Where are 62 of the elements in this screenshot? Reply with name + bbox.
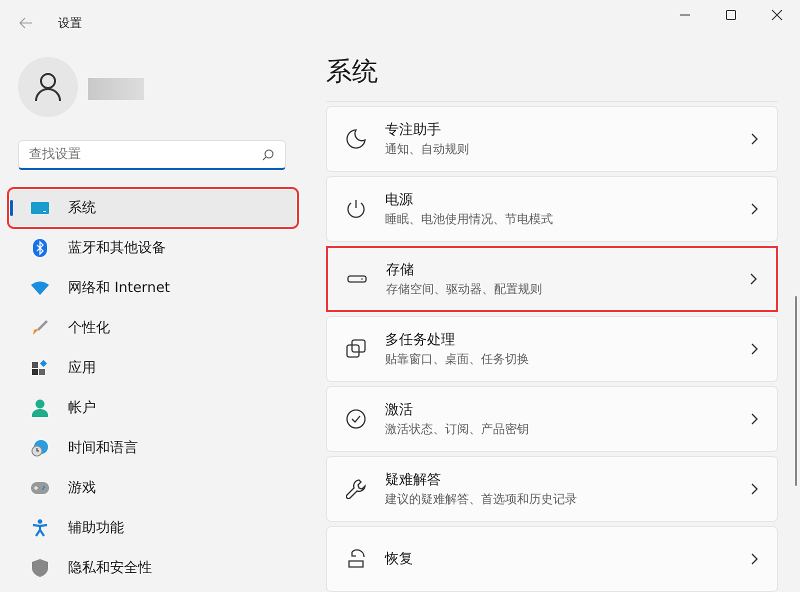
sidebar-item[interactable]: 隐私和安全性 (10, 550, 296, 586)
moon-icon (346, 129, 366, 149)
shield-icon (32, 559, 48, 577)
card-subtitle: 激活状态、订阅、产品密钥 (385, 420, 530, 438)
sidebar-item[interactable]: 蓝牙和其他设备 (10, 230, 296, 266)
accessibility-icon (32, 519, 48, 537)
card-title: 专注助手 (385, 120, 442, 138)
gamepad-icon (31, 482, 49, 494)
sidebar-item[interactable]: 系统 (10, 190, 296, 226)
settings-card[interactable]: 疑难解答 建议的疑难解答、首选项和历史记录 (326, 456, 778, 522)
sidebar-item[interactable]: 辅助功能 (10, 510, 296, 546)
sidebar-item[interactable]: 网络和 Internet (10, 270, 296, 306)
chevron-icon (751, 203, 759, 215)
selection-indicator (10, 200, 13, 216)
monitor-icon (31, 201, 49, 215)
check-circle-icon (346, 409, 366, 429)
search-icon (262, 149, 274, 161)
card-subtitle: 建议的疑难解答、首选项和历史记录 (385, 490, 578, 508)
chevron-icon (751, 553, 759, 565)
apps-icon (32, 360, 48, 376)
sidebar-item[interactable]: 应用 (10, 350, 296, 386)
card-title: 电源 (385, 190, 414, 208)
card-title: 存储 (386, 260, 415, 278)
card-subtitle: 睡眠、电池使用情况、节电模式 (385, 210, 554, 228)
settings-card[interactable]: 电源 睡眠、电池使用情况、节电模式 (326, 176, 778, 242)
chevron-icon (751, 483, 759, 495)
back-arrow-icon[interactable] (18, 17, 34, 29)
card-title: 激活 (385, 400, 414, 418)
chevron-icon (750, 273, 758, 285)
blurred-name (88, 78, 144, 100)
chevron-icon (751, 413, 759, 425)
chevron-icon (751, 133, 759, 145)
globe-clock-icon (31, 439, 49, 457)
brush-icon (32, 320, 48, 336)
settings-card[interactable]: 多任务处理 贴靠窗口、桌面、任务切换 (326, 316, 778, 382)
wrench-icon (346, 479, 366, 499)
sidebar-item[interactable]: 个性化 (10, 310, 296, 346)
card-title: 恢复 (385, 550, 414, 568)
sidebar-item[interactable]: 时间和语言 (10, 430, 296, 466)
bluetooth-icon (33, 239, 47, 257)
wifi-icon (31, 281, 49, 295)
settings-card[interactable]: 存储 存储空间、驱动器、配置规则 (326, 246, 778, 312)
card-title: 疑难解答 (385, 470, 442, 488)
card-subtitle: 通知、自动规则 (385, 140, 470, 158)
sidebar-item[interactable]: 游戏 (10, 470, 296, 506)
restore-icon (346, 549, 366, 569)
window-title: 设置 (58, 14, 83, 32)
windows-stack-icon (346, 339, 366, 359)
search-field[interactable]: 查找设置 (18, 140, 286, 170)
settings-card[interactable]: 专注助手 通知、自动规则 (326, 106, 778, 172)
settings-card[interactable]: 激活 激活状态、订阅、产品密钥 (326, 386, 778, 452)
scrollbar[interactable] (795, 296, 797, 486)
sidebar-item[interactable]: 帐户 (10, 390, 296, 426)
settings-card[interactable]: 恢复 (326, 526, 778, 592)
card-title: 多任务处理 (385, 330, 456, 348)
drive-icon (347, 275, 367, 283)
card-subtitle: 贴靠窗口、桌面、任务切换 (385, 350, 530, 368)
card-subtitle: 存储空间、驱动器、配置规则 (386, 280, 543, 298)
chevron-icon (751, 343, 759, 355)
power-icon (346, 199, 366, 219)
page-title: 系统 (326, 56, 379, 89)
person-icon (32, 399, 48, 417)
